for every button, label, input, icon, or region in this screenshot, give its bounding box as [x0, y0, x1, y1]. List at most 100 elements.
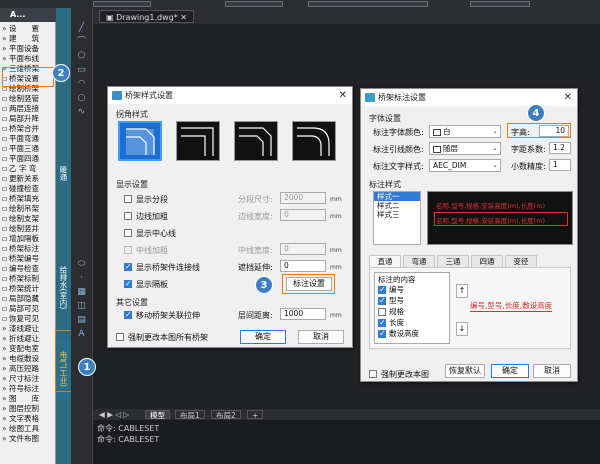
table-tool-icon[interactable]: ▤: [74, 314, 89, 326]
tree-item[interactable]: » 设 置: [2, 24, 55, 33]
tree-item[interactable]: » 变配电室: [2, 344, 55, 353]
cancel-button[interactable]: 取消: [533, 364, 571, 378]
tree-item[interactable]: » 图层控制: [2, 404, 55, 413]
content-list[interactable]: 标注的内容 编号型号规格长度敷设高度: [374, 272, 450, 344]
content-item-checkbox[interactable]: [378, 318, 386, 328]
tree-item[interactable]: » 文字表格: [2, 414, 55, 423]
show-segment-checkbox[interactable]: [124, 195, 132, 203]
hatch-tool-icon[interactable]: ▦: [74, 286, 89, 298]
tree-item[interactable]: ▫ 局部可见: [2, 304, 55, 313]
show-divider-checkbox[interactable]: [124, 279, 132, 288]
tree-item[interactable]: » 尺寸标注: [2, 374, 55, 383]
rectangle-tool-icon[interactable]: ▭: [74, 64, 89, 76]
fitting-tab[interactable]: 四通: [471, 255, 503, 267]
mid-bold-checkbox[interactable]: [124, 246, 132, 254]
drawing-tab[interactable]: ▣ Drawing1.dwg* ✕: [99, 10, 194, 23]
ok-button[interactable]: 确定: [240, 330, 286, 344]
tree-item[interactable]: ▫ 桥架填充: [2, 194, 55, 203]
polygon-tool-icon[interactable]: ⬠: [74, 50, 89, 62]
text-tool-icon[interactable]: A: [74, 328, 89, 340]
fitting-tab[interactable]: 弯通: [403, 255, 435, 267]
edge-bold-checkbox[interactable]: [124, 212, 132, 220]
show-centerline-checkbox[interactable]: [124, 229, 132, 237]
tree-item[interactable]: » 电缆敷设: [2, 354, 55, 363]
layer-distance-input[interactable]: 1000: [280, 308, 326, 320]
force-update-checkbox[interactable]: [369, 370, 377, 378]
reset-default-button[interactable]: 恢复默认: [445, 364, 485, 378]
tree-item[interactable]: ▫ 乙 字 弯: [2, 164, 55, 173]
style-list-item[interactable]: 样式二: [374, 201, 420, 210]
corner-style-option-2[interactable]: [176, 121, 220, 161]
tree-item[interactable]: » 折线避让: [2, 334, 55, 343]
fitting-tab[interactable]: 三通: [437, 255, 469, 267]
command-line[interactable]: 命令: CABLESET 命令: CABLESET: [93, 420, 600, 464]
tree-item[interactable]: ▫ 更新关系: [2, 174, 55, 183]
close-icon[interactable]: ✕: [564, 89, 572, 106]
decimal-precision-input[interactable]: 1: [549, 159, 571, 171]
show-link-checkbox[interactable]: [124, 262, 132, 271]
tree-item[interactable]: ▫ 碰撞检查: [2, 184, 55, 193]
move-down-button[interactable]: ↓: [456, 322, 468, 336]
segment-size-input[interactable]: 2000: [280, 192, 326, 204]
tree-item[interactable]: » 平面布线: [2, 54, 55, 63]
move-up-button[interactable]: ↑: [456, 284, 468, 298]
tab-hvac[interactable]: 暖通: [56, 158, 71, 188]
tree-item[interactable]: » 文件布图: [2, 434, 55, 443]
tree-item[interactable]: ▫ 恢复可见: [2, 314, 55, 323]
region-tool-icon[interactable]: ◫: [74, 300, 89, 312]
move-stretch-checkbox[interactable]: [124, 310, 132, 319]
tree-item[interactable]: ▫ 桥架统计: [2, 284, 55, 293]
tree-item[interactable]: ▫ 桥架标注: [2, 244, 55, 253]
tree-item[interactable]: ▫ 绘制竖井: [2, 224, 55, 233]
edge-width-input[interactable]: 0: [280, 209, 326, 221]
point-tool-icon[interactable]: ⋅: [74, 272, 89, 284]
toolbar-combo[interactable]: [470, 1, 530, 7]
close-icon[interactable]: ✕: [339, 87, 347, 104]
tree-item[interactable]: » 平面设备: [2, 44, 55, 53]
content-item-checkbox[interactable]: [378, 285, 386, 295]
content-item-checkbox[interactable]: [378, 308, 386, 316]
tree-item[interactable]: ▫ 绘制竖管: [2, 94, 55, 103]
tree-item[interactable]: ▫ 平面弯通: [2, 134, 55, 143]
tree-item[interactable]: ▫ 局部隐藏: [2, 294, 55, 303]
content-item[interactable]: 编号: [377, 285, 404, 295]
content-item-checkbox[interactable]: [378, 296, 386, 306]
fitting-tab[interactable]: 直通: [369, 255, 401, 267]
tree-item[interactable]: ▫ 增加隔板: [2, 234, 55, 243]
style-list[interactable]: 样式一 样式二 样式三: [373, 191, 421, 245]
tab-nav-icon[interactable]: ◀ ▶ ◁ ▷: [95, 410, 133, 419]
toolbar-combo[interactable]: [93, 1, 151, 7]
tree-item[interactable]: ▫ 桥架合并: [2, 124, 55, 133]
tree-item[interactable]: » 图 库: [2, 394, 55, 403]
content-item[interactable]: 规格: [377, 307, 404, 317]
tree-item[interactable]: » 漆线避让: [2, 324, 55, 333]
tree-item[interactable]: ▫ 绘制支架: [2, 214, 55, 223]
width-factor-input[interactable]: 1.2: [549, 142, 571, 154]
corner-style-option-3[interactable]: [234, 121, 278, 161]
tree-item[interactable]: » 绘图工具: [2, 424, 55, 433]
tree-item[interactable]: ▫ 绘制吊架: [2, 204, 55, 213]
circle-tool-icon[interactable]: ○: [74, 92, 89, 104]
tab-plumbing[interactable]: 给排水(室内): [56, 253, 71, 323]
tree-item[interactable]: » 符号标注: [2, 384, 55, 393]
tree-item[interactable]: ▫ 平面四通: [2, 154, 55, 163]
blank-extend-input[interactable]: 0: [280, 260, 326, 272]
tree-item[interactable]: » 建 筑: [2, 34, 55, 43]
corner-style-option-4[interactable]: [292, 121, 336, 161]
tree-item[interactable]: » 高压短路: [2, 364, 55, 373]
toolbar-combo[interactable]: [225, 1, 283, 7]
toolbar-combo[interactable]: [308, 1, 428, 7]
arc-tool-icon[interactable]: ◠: [74, 78, 89, 90]
style-list-item[interactable]: 样式三: [374, 210, 420, 219]
tab-add[interactable]: +: [247, 410, 264, 420]
tree-item[interactable]: ▫ 局部升降: [2, 114, 55, 123]
content-item[interactable]: 长度: [377, 318, 404, 328]
fitting-tab[interactable]: 变径: [505, 255, 537, 267]
spline-tool-icon[interactable]: ∿: [74, 106, 89, 118]
force-update-checkbox[interactable]: [116, 333, 124, 341]
polyline-tool-icon[interactable]: ⌒: [74, 36, 89, 48]
tab-layout1[interactable]: 布局1: [175, 410, 205, 420]
corner-style-option-1[interactable]: [118, 121, 162, 161]
line-color-select[interactable]: 随层 ⌄: [429, 142, 501, 155]
cancel-button[interactable]: 取消: [298, 330, 344, 344]
